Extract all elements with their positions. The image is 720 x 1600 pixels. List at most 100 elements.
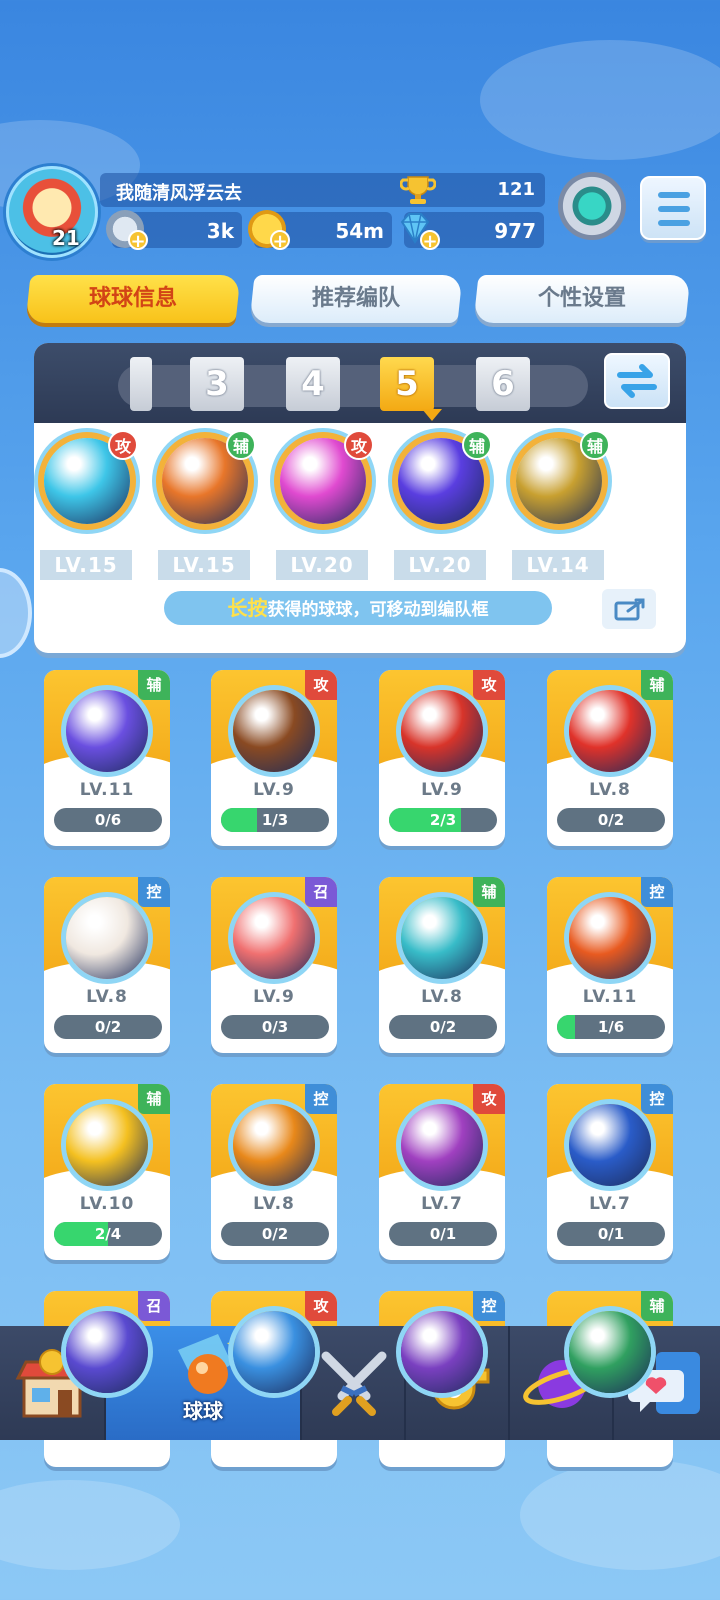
tab-personal-settings[interactable]: 个性设置 <box>473 275 691 323</box>
ball-card[interactable]: 辅 LV.11 0/6 <box>44 670 170 846</box>
hint-highlight: 长按 <box>227 596 268 620</box>
ball-level: LV.9 <box>253 780 295 800</box>
player-header: 21 我随清风浮云去 121 + 3k + 54m + 977 <box>0 160 720 260</box>
infinity-icon <box>233 690 315 772</box>
role-badge: 攻 <box>108 430 138 460</box>
tab-label: 推荐编队 <box>311 286 400 311</box>
team-ball[interactable]: 辅 LV.20 <box>386 430 496 580</box>
lightning-icon <box>66 690 148 772</box>
swap-button[interactable] <box>604 353 670 409</box>
share-icon <box>614 598 645 621</box>
coins-bar[interactable]: + 54m <box>248 210 392 252</box>
opera-mask-icon <box>401 690 483 772</box>
player-name: 我随清风浮云去 <box>116 183 242 204</box>
team-ball[interactable]: 辅 LV.14 <box>504 430 614 580</box>
role-tag: 控 <box>641 1084 673 1114</box>
role-tag: 攻 <box>473 670 505 700</box>
menu-button[interactable] <box>640 176 706 240</box>
energy-bar[interactable]: + 3k <box>106 210 242 252</box>
ball-level: LV.14 <box>512 550 604 580</box>
progress-text: 1/6 <box>597 1018 625 1036</box>
role-badge: 辅 <box>580 430 610 460</box>
ball-level: LV.8 <box>589 780 631 800</box>
ball-card[interactable]: 控 LV.8 0/2 <box>44 877 170 1053</box>
ball-level: LV.8 <box>421 987 463 1007</box>
ball-card[interactable]: 辅 LV.8 0/2 <box>379 877 505 1053</box>
team-ball[interactable]: 攻 LV.20 <box>268 430 378 580</box>
progress-text: 0/2 <box>597 811 625 829</box>
team-ball[interactable]: 辅 LV.15 <box>150 430 260 580</box>
progress-text: 0/2 <box>94 1018 122 1036</box>
swap-icon <box>617 364 657 398</box>
team-slot[interactable]: 4 <box>286 357 340 411</box>
upgrade-progress-bar: 0/3 <box>221 1015 329 1039</box>
active-slot-indicator <box>422 409 442 421</box>
tab-label: 球球信息 <box>88 286 177 311</box>
ball-level: LV.9 <box>421 780 463 800</box>
tab-recommended-team[interactable]: 推荐编队 <box>249 275 463 323</box>
menu-icon-line <box>658 206 690 212</box>
ball-card[interactable]: 辅 LV.8 0/2 <box>547 670 673 846</box>
coins-value: 54m <box>335 219 384 243</box>
rank-emblem-icon[interactable] <box>558 172 626 240</box>
role-badge: 攻 <box>344 430 374 460</box>
team-slot[interactable]: 3 <box>190 357 244 411</box>
add-coins-icon[interactable]: + <box>270 230 290 252</box>
gems-bar[interactable]: + 977 <box>400 212 544 252</box>
orb-icon <box>569 1311 651 1393</box>
tab-ball-info[interactable]: 球球信息 <box>25 275 241 323</box>
role-tag: 辅 <box>138 670 170 700</box>
deity-icon <box>233 897 315 979</box>
ball-card[interactable]: 召 LV.9 0/3 <box>211 877 337 1053</box>
ball-card[interactable]: 攻 LV.7 0/1 <box>379 1084 505 1260</box>
nav-battle[interactable] <box>300 1326 404 1440</box>
nav-label: 球球 <box>183 1399 223 1423</box>
team-panel: 3 4 5 6 攻 LV.15 辅 LV.15 攻 LV.20 辅 LV.20 辅 LV.14 长… <box>34 343 686 653</box>
trophy-count: 121 <box>497 179 535 200</box>
ball-card[interactable]: 控 LV.7 0/1 <box>547 1084 673 1260</box>
orb-icon <box>401 1311 483 1393</box>
add-energy-icon[interactable]: + <box>128 230 148 252</box>
ball-level: LV.20 <box>394 550 486 580</box>
role-tag: 辅 <box>138 1084 170 1114</box>
ball-card[interactable]: 控 LV.8 0/2 <box>211 1084 337 1260</box>
energy-value: 3k <box>206 219 234 243</box>
side-drawer-handle[interactable] <box>0 568 32 658</box>
share-button[interactable] <box>602 589 656 629</box>
progress-text: 0/6 <box>94 811 122 829</box>
player-name-bar: 我随清风浮云去 121 <box>100 173 545 207</box>
long-press-hint: 长按获得的球球，可移动到编队框 <box>164 591 552 625</box>
add-gems-icon[interactable]: + <box>420 230 440 252</box>
ball-card[interactable]: 控 LV.11 1/6 <box>547 877 673 1053</box>
crossed-swords-icon <box>321 1351 387 1416</box>
gems-value: 977 <box>494 219 536 243</box>
progress-text: 0/2 <box>429 1018 457 1036</box>
upgrade-progress-bar: 0/2 <box>54 1015 162 1039</box>
ball-level: LV.11 <box>79 780 135 800</box>
team-slot-header: 3 4 5 6 <box>34 343 686 423</box>
upgrade-progress-bar: 2/4 <box>54 1222 162 1246</box>
ball-card[interactable]: 辅 LV.10 2/4 <box>44 1084 170 1260</box>
upgrade-progress-bar: 0/6 <box>54 808 162 832</box>
upgrade-progress-bar: 0/2 <box>557 808 665 832</box>
ball-card[interactable]: 攻 LV.9 2/3 <box>379 670 505 846</box>
role-badge: 辅 <box>462 430 492 460</box>
team-slot[interactable] <box>130 357 152 411</box>
team-slot-active[interactable]: 5 <box>380 357 434 411</box>
team-ball[interactable]: 攻 LV.15 <box>34 430 142 580</box>
hero-icon <box>401 897 483 979</box>
ball-level: LV.9 <box>253 987 295 1007</box>
role-tag: 控 <box>138 877 170 907</box>
role-tag: 攻 <box>305 1291 337 1321</box>
emblem-icon <box>401 1104 483 1186</box>
progress-text: 2/4 <box>94 1225 122 1243</box>
role-tag: 攻 <box>305 670 337 700</box>
ball-card[interactable]: 攻 LV.9 1/3 <box>211 670 337 846</box>
role-badge: 辅 <box>226 430 256 460</box>
progress-text: 0/3 <box>261 1018 289 1036</box>
ball-level: LV.10 <box>79 1194 135 1214</box>
orb-icon <box>233 1311 315 1393</box>
upgrade-progress-bar: 1/6 <box>557 1015 665 1039</box>
team-slot[interactable]: 6 <box>476 357 530 411</box>
sun-icon <box>66 1104 148 1186</box>
